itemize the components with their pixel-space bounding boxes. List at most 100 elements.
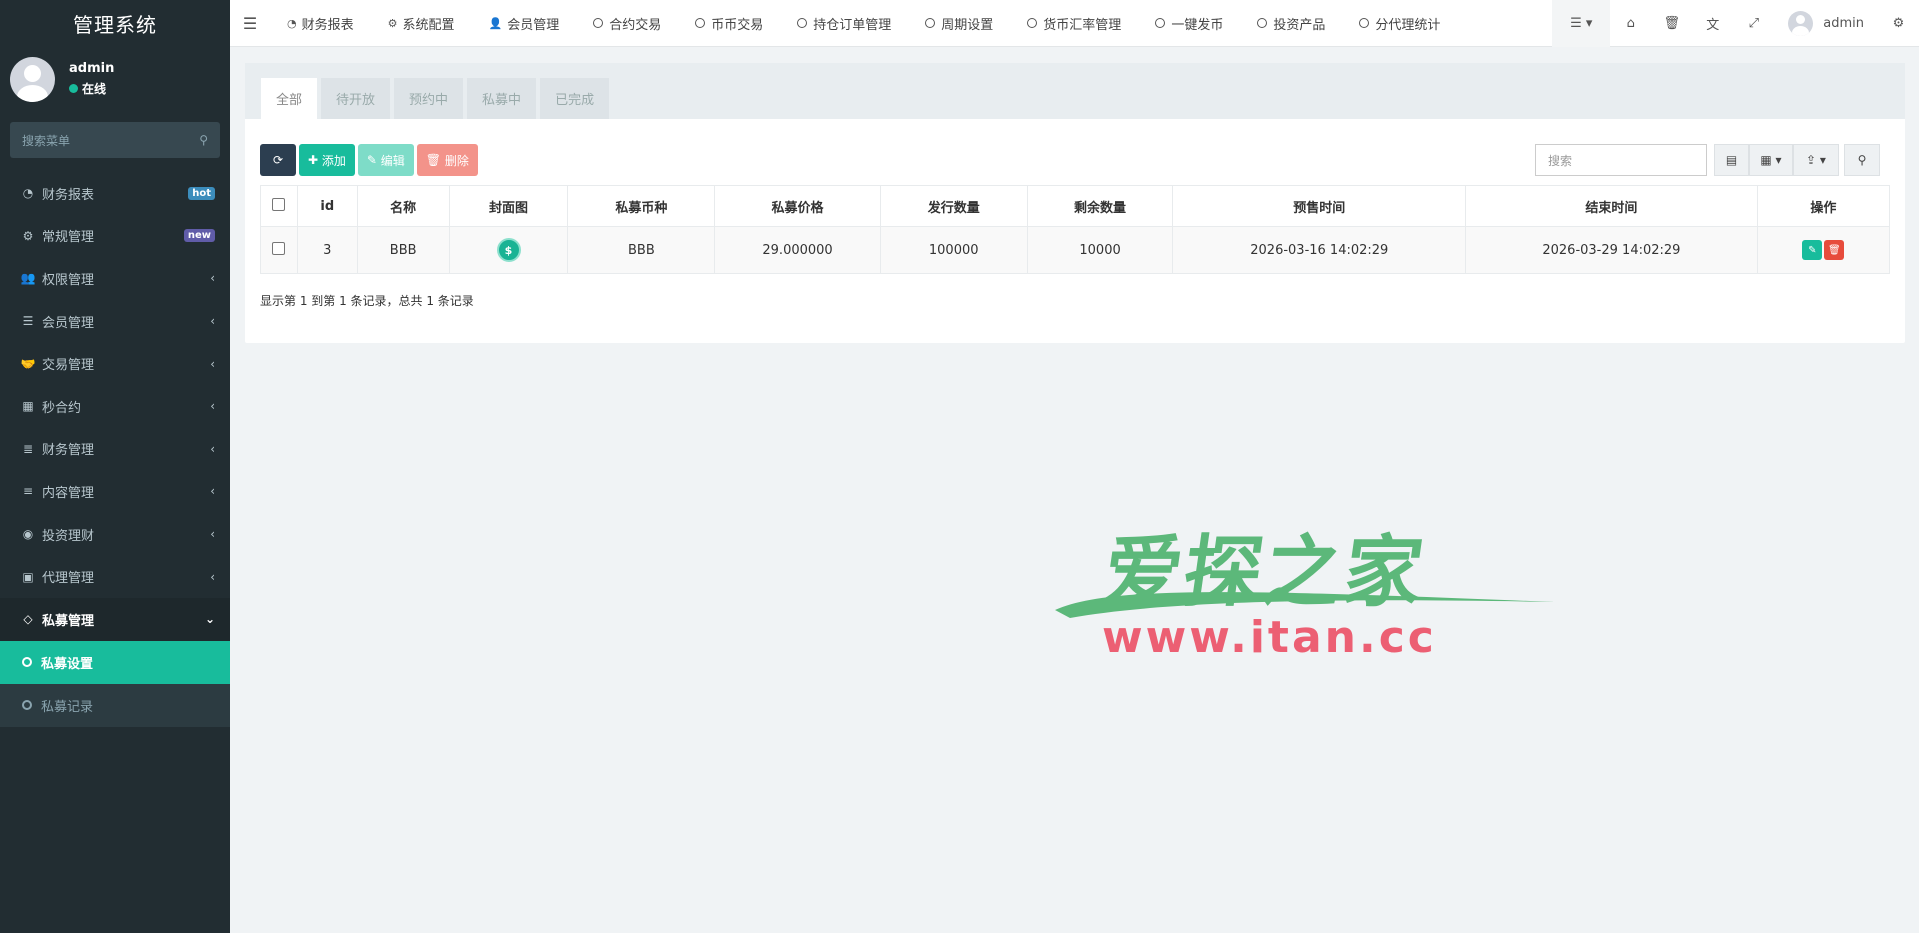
tab-in-progress[interactable]: 私募中 <box>467 78 537 119</box>
nav-link-contract-trade[interactable]: 合约交易 <box>576 14 678 33</box>
sidebar-item-trade[interactable]: 🤝 交易管理 ‹ <box>0 342 230 385</box>
sidebar-item-content[interactable]: ≡ 内容管理 ‹ <box>0 470 230 513</box>
control-sidebar-button[interactable]: ⚙ <box>1878 0 1919 47</box>
nav-link-members[interactable]: 👤 会员管理 <box>472 14 577 33</box>
pencil-icon: ✎ <box>366 153 381 167</box>
sidebar-item-label: 交易管理 <box>42 358 95 374</box>
list-icon: ☰ <box>22 314 34 329</box>
tab-pending[interactable]: 待开放 <box>321 78 391 119</box>
app-title[interactable]: 管理系统 <box>0 0 230 46</box>
trash-icon: 🗑 <box>1663 16 1681 31</box>
add-button[interactable]: ✚ 添加 <box>299 144 355 176</box>
sidebar-subitem-private-records[interactable]: 私募记录 <box>0 683 230 727</box>
tab-reserved[interactable]: 预约中 <box>394 78 464 119</box>
circle-icon <box>593 18 604 28</box>
row-checkbox[interactable] <box>272 241 286 255</box>
sidebar-item-label: 权限管理 <box>42 272 95 288</box>
circle-icon <box>22 700 32 711</box>
export-button[interactable]: ⇪ ▾ <box>1793 144 1839 176</box>
col-header-presale[interactable]: 预售时间 <box>1172 185 1467 227</box>
sidebar-item-members[interactable]: ☰ 会员管理 ‹ <box>0 300 230 343</box>
nav-link-label: 货币汇率管理 <box>1043 17 1122 33</box>
sidebar-item-label: 财务管理 <box>42 443 95 459</box>
multi-nav-dropdown-button[interactable]: ☰ ▾ <box>1552 0 1611 47</box>
language-button[interactable]: 文 <box>1692 0 1733 47</box>
sidebar-subitem-label: 私募设置 <box>41 656 94 672</box>
user-menu[interactable]: admin <box>1774 11 1878 36</box>
select-all-checkbox[interactable] <box>272 197 286 211</box>
nav-link-exchange-rate[interactable]: 货币汇率管理 <box>1010 14 1138 33</box>
nav-link-label: 一键发币 <box>1171 17 1224 33</box>
nav-link-system-config[interactable]: ⚙ 系统配置 <box>371 14 472 33</box>
sidebar-item-finance[interactable]: ≣ 财务管理 ‹ <box>0 428 230 471</box>
row-edit-button[interactable]: ✎ <box>1802 240 1823 260</box>
edit-button[interactable]: ✎ 编辑 <box>357 144 414 176</box>
chevron-down-icon: ⌄ <box>204 612 215 627</box>
nav-link-label: 周期设置 <box>941 17 994 33</box>
new-badge: new <box>183 229 215 243</box>
nav-link-coin-trade[interactable]: 币币交易 <box>678 14 780 33</box>
sidebar-item-general[interactable]: ⚙ 常规管理 new <box>0 215 230 258</box>
col-header-issue[interactable]: 发行数量 <box>879 185 1028 227</box>
col-header-cover[interactable]: 封面图 <box>448 185 569 227</box>
table-row[interactable]: 3 BBB $ BBB 29.000000 100000 10000 2026-… <box>260 226 1891 274</box>
search-icon[interactable]: ⚲ <box>199 133 208 147</box>
tab-all[interactable]: 全部 <box>261 78 318 119</box>
col-header-end[interactable]: 结束时间 <box>1465 185 1758 227</box>
search-icon: ⚲ <box>1857 153 1867 167</box>
nav-link-finance-report[interactable]: ◔ 财务报表 <box>270 14 371 33</box>
nav-link-one-click-issue[interactable]: 一键发币 <box>1138 14 1240 33</box>
sidebar-item-second-contract[interactable]: ▦ 秒合约 ‹ <box>0 385 230 428</box>
sidebar-item-label: 常规管理 <box>42 230 95 246</box>
chevron-left-icon: ‹ <box>210 399 215 414</box>
tab-completed[interactable]: 已完成 <box>540 78 610 119</box>
add-label: 添加 <box>321 153 346 168</box>
refresh-button[interactable]: ⟳ <box>260 144 296 176</box>
sidebar-subitem-private-settings[interactable]: 私募设置 <box>0 640 230 684</box>
nav-link-invest-products[interactable]: 投资产品 <box>1240 14 1342 33</box>
home-button[interactable]: ⌂ <box>1610 0 1651 47</box>
table-search-input[interactable]: 搜索 <box>1535 144 1707 176</box>
pagination-info: 显示第 1 到第 1 条记录，总共 1 条记录 <box>260 294 474 308</box>
coin-cover-icon[interactable]: $ <box>496 238 521 262</box>
row-delete-button[interactable]: 🗑 <box>1824 240 1845 260</box>
toolbar: ⟳ ✚ 添加 ✎ 编辑 🗑 删除 <box>260 144 481 176</box>
status-tabs: 全部 待开放 预约中 私募中 已完成 <box>245 63 1905 119</box>
cogs-icon: ⚙ <box>1892 16 1905 31</box>
columns-button[interactable]: ▦ ▾ <box>1749 144 1793 176</box>
nav-link-position-orders[interactable]: 持仓订单管理 <box>780 14 908 33</box>
sidebar-item-agent[interactable]: ▣ 代理管理 ‹ <box>0 555 230 598</box>
sidebar-search-input[interactable]: 搜索菜单 ⚲ <box>10 122 220 158</box>
refresh-icon: ⟳ <box>272 153 284 167</box>
nav-link-label: 分代理统计 <box>1375 17 1441 33</box>
fullscreen-button[interactable]: ⤢ <box>1733 0 1774 47</box>
col-header-coin[interactable]: 私募币种 <box>567 185 716 227</box>
trash-icon: 🗑 <box>1827 244 1841 256</box>
delete-button[interactable]: 🗑 删除 <box>416 144 478 176</box>
language-icon: 文 <box>1706 18 1720 33</box>
clear-cache-button[interactable]: 🗑 <box>1651 0 1692 47</box>
col-header-remain[interactable]: 剩余数量 <box>1026 185 1174 227</box>
nav-link-label: 投资产品 <box>1273 17 1326 33</box>
sidebar-item-finance-report[interactable]: ◔ 财务报表 hot <box>0 172 230 215</box>
sidebar-item-private-placement[interactable]: ◇ 私募管理 ⌄ <box>0 597 230 641</box>
list-icon: ☰ ▾ <box>1570 16 1593 31</box>
nav-link-agent-stats[interactable]: 分代理统计 <box>1342 14 1457 33</box>
main-panel: 全部 待开放 预约中 私募中 已完成 ⟳ ✚ 添加 ✎ 编辑 🗑 删除 搜索 ▤… <box>245 63 1905 343</box>
select-all-cell <box>260 185 298 227</box>
table-search-placeholder: 搜索 <box>1548 153 1573 168</box>
sidebar-item-invest[interactable]: ◉ 投资理财 ‹ <box>0 513 230 556</box>
col-header-price[interactable]: 私募价格 <box>714 185 881 227</box>
watermark-cn-text: 爱探之家 <box>1097 528 1431 618</box>
chevron-left-icon: ‹ <box>210 484 215 499</box>
col-header-name[interactable]: 名称 <box>356 185 450 227</box>
col-header-id[interactable]: id <box>296 185 358 227</box>
sidebar-toggle-icon[interactable]: ☰ <box>230 14 270 33</box>
sidebar-item-permission[interactable]: 👥 权限管理 ‹ <box>0 257 230 300</box>
plus-icon: ✚ <box>308 153 322 167</box>
sidebar-subitem-label: 私募记录 <box>41 699 94 715</box>
nav-link-period-settings[interactable]: 周期设置 <box>908 14 1010 33</box>
toggle-view-button[interactable]: ▤ <box>1714 144 1749 176</box>
advanced-search-button[interactable]: ⚲ <box>1844 144 1880 176</box>
chevron-left-icon: ‹ <box>210 271 215 286</box>
